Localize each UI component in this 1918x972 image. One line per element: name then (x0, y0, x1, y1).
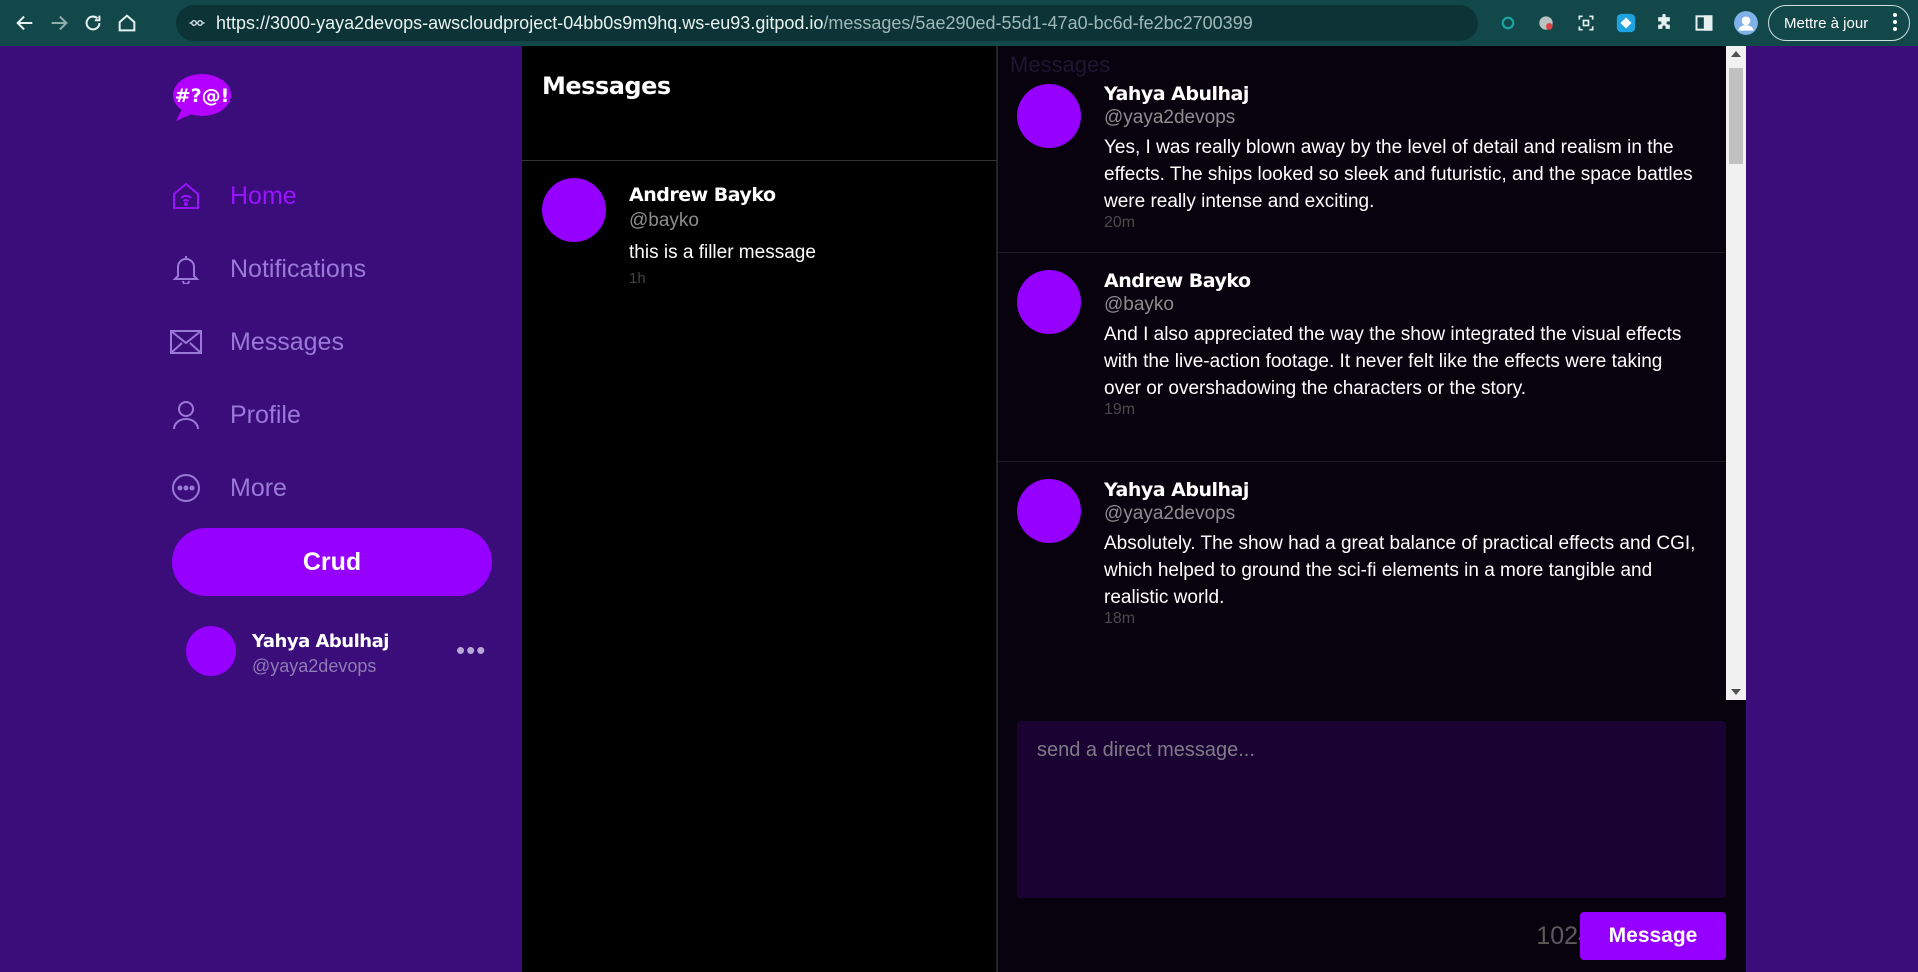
profile-avatar-icon[interactable] (1732, 9, 1760, 37)
message-thread: Messages Yahya Abulhaj @yaya2devops Yes,… (998, 46, 1746, 972)
sidebar-item-profile[interactable]: Profile (170, 393, 301, 437)
conversation-handle: @bayko (629, 210, 699, 231)
ellipsis-icon[interactable]: ••• (456, 637, 486, 663)
conversation-time: 1h (629, 270, 646, 287)
extension-icon[interactable] (1494, 9, 1522, 37)
message-item: Andrew Bayko @bayko And I also appreciat… (998, 254, 1726, 462)
url-text: https://3000-yaya2devops-awscloudproject… (216, 12, 1253, 33)
page-title: Messages (542, 72, 671, 100)
sidebar: #?@! Home Notifications Messages Profile… (170, 46, 522, 972)
crud-button[interactable]: Crud (172, 528, 492, 596)
extension-icon[interactable] (1572, 9, 1600, 37)
app-logo[interactable]: #?@! (172, 71, 232, 121)
conversation-item[interactable]: Andrew Bayko @bayko this is a filler mes… (522, 178, 997, 308)
scroll-down-icon[interactable] (1731, 689, 1741, 695)
message-author: Yahya Abulhaj (1104, 479, 1249, 501)
message-list[interactable]: Yahya Abulhaj @yaya2devops Yes, I was re… (998, 46, 1726, 700)
message-handle: @yaya2devops (1104, 503, 1236, 524)
message-author: Andrew Bayko (1104, 270, 1251, 292)
message-item: Yahya Abulhaj @yaya2devops Absolutely. T… (998, 463, 1726, 700)
sidebar-item-messages[interactable]: Messages (170, 320, 344, 364)
message-handle: @bayko (1104, 294, 1174, 315)
conversations-panel: Messages Andrew Bayko @bayko this is a f… (522, 46, 997, 972)
sidebar-item-label: Home (230, 181, 297, 210)
send-message-button[interactable]: Message (1580, 912, 1726, 960)
side-panel-icon[interactable] (1690, 9, 1718, 37)
sidebar-item-label: More (230, 473, 287, 502)
home-icon (170, 180, 202, 212)
sidebar-item-label: Notifications (230, 254, 367, 283)
divider (522, 160, 997, 161)
message-time: 19m (1104, 401, 1136, 418)
message-time: 20m (1104, 214, 1136, 231)
sidebar-item-more[interactable]: More (170, 466, 287, 510)
kebab-menu-icon[interactable] (1893, 13, 1897, 35)
message-handle: @yaya2devops (1104, 107, 1236, 128)
reload-icon[interactable] (76, 6, 110, 40)
svg-text:#?@!: #?@! (175, 85, 230, 107)
avatar (186, 626, 236, 676)
back-icon[interactable] (8, 6, 42, 40)
profile-name: Yahya Abulhaj (252, 631, 389, 652)
address-bar[interactable]: https://3000-yaya2devops-awscloudproject… (176, 5, 1478, 41)
update-button[interactable]: Mettre à jour (1768, 5, 1910, 41)
scrollbar[interactable] (1726, 46, 1746, 700)
sidebar-item-label: Messages (230, 327, 344, 356)
sidebar-item-home[interactable]: Home (170, 174, 297, 218)
site-info-icon[interactable] (188, 14, 206, 32)
puzzle-icon[interactable] (1650, 9, 1678, 37)
message-time: 18m (1104, 610, 1136, 627)
message-author: Yahya Abulhaj (1104, 83, 1249, 105)
avatar (1017, 270, 1081, 334)
avatar (1017, 479, 1081, 543)
extension-icon[interactable] (1612, 9, 1640, 37)
profile-handle: @yaya2devops (252, 656, 377, 676)
forward-icon[interactable] (42, 6, 76, 40)
more-icon (170, 472, 202, 504)
browser-toolbar: https://3000-yaya2devops-awscloudproject… (0, 0, 1918, 46)
scrollbar-thumb[interactable] (1729, 68, 1743, 164)
envelope-icon (170, 326, 202, 358)
message-input[interactable]: send a direct message... (1017, 721, 1726, 898)
profile-card[interactable]: Yahya Abulhaj @yaya2devops ••• (186, 626, 486, 682)
message-body: And I also appreciated the way the show … (1104, 324, 1682, 399)
conversation-name: Andrew Bayko (629, 184, 776, 206)
message-item: Yahya Abulhaj @yaya2devops Yes, I was re… (998, 46, 1726, 253)
conversation-preview: this is a filler message (629, 242, 816, 263)
extension-icon[interactable] (1532, 9, 1560, 37)
scroll-up-icon[interactable] (1731, 51, 1741, 57)
sidebar-item-notifications[interactable]: Notifications (170, 247, 366, 291)
avatar (1017, 84, 1081, 148)
avatar (542, 178, 606, 242)
sidebar-item-label: Profile (230, 400, 301, 429)
app-root: #?@! Home Notifications Messages Profile… (0, 46, 1918, 972)
user-icon (170, 399, 202, 431)
message-body: Yes, I was really blown away by the leve… (1104, 137, 1693, 212)
bell-icon (170, 253, 202, 285)
home-browser-icon[interactable] (110, 6, 144, 40)
message-body: Absolutely. The show had a great balance… (1104, 533, 1696, 608)
